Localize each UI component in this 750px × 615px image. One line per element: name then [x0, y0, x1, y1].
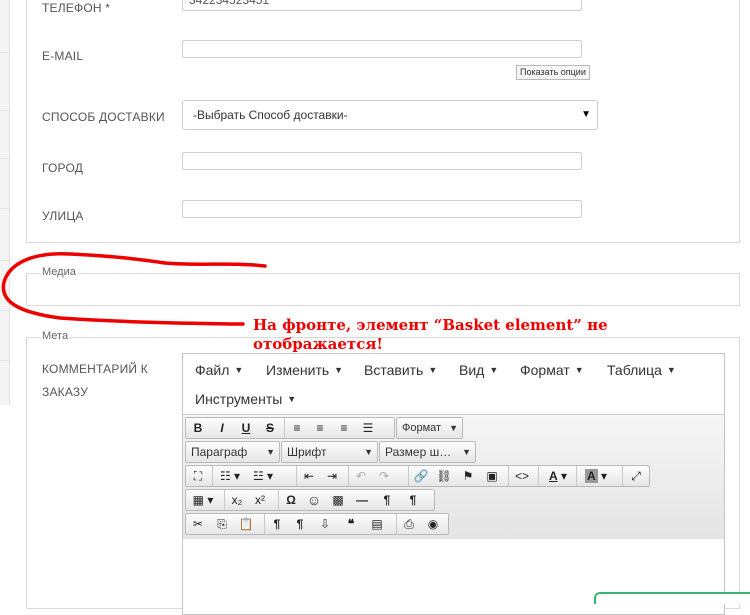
annotation-line1: На фронте, элемент “Basket element” не — [253, 316, 608, 334]
menu-insert[interactable]: Вставить ▼ — [364, 362, 437, 378]
redo-icon[interactable]: ↷ — [372, 466, 396, 486]
outdent-icon[interactable]: ⇤ — [296, 466, 321, 486]
rich-text-editor[interactable]: Файл ▼ Изменить ▼ Вставить ▼ Вид ▼ Формат ▼ Т… — [182, 353, 725, 615]
notification-edge — [594, 592, 750, 604]
subscript-icon[interactable]: x₂ — [224, 490, 249, 510]
fullscreen-icon[interactable]: ⤢ — [622, 466, 649, 486]
bullet-list-icon[interactable]: ☷ ▾ — [212, 466, 247, 486]
align-left-icon[interactable]: ≡ — [284, 418, 309, 438]
visual-chars-icon[interactable]: ¶ — [264, 514, 289, 534]
toolbar-group-row3: ⛶ ☷ ▾ ☳ ▾ ⇤ ⇥ ↶ ↷ 🔗 ⛓ ⚑ ▣ <> A ▾ A ▾ ⤢ — [185, 465, 650, 487]
code-icon[interactable]: <> — [508, 466, 535, 486]
emoticons-icon[interactable]: ☺ — [302, 490, 326, 510]
image-icon[interactable]: ▣ — [480, 466, 504, 486]
align-center-icon[interactable]: ≡ — [308, 418, 332, 438]
background-color-icon[interactable]: A ▾ — [576, 466, 615, 486]
special-char-icon[interactable]: Ω — [278, 490, 303, 510]
find-replace-icon[interactable]: ⛶ — [186, 466, 210, 486]
horizontal-rule-icon[interactable]: — — [350, 490, 374, 510]
menu-table[interactable]: Таблица ▼ — [607, 362, 676, 378]
menu-edit[interactable]: Изменить ▼ — [266, 362, 343, 378]
align-justify-icon[interactable]: ☰ — [356, 418, 380, 438]
numbered-list-icon[interactable]: ☳ ▾ — [246, 466, 280, 486]
text-color-icon[interactable]: A ▾ — [538, 466, 577, 486]
rtl-icon[interactable]: ¶ — [400, 490, 426, 510]
ltr-icon[interactable]: ¶ — [374, 490, 400, 510]
bold-button[interactable]: B — [186, 418, 210, 438]
font-size-dropdown[interactable]: Размер ш… ▼ — [379, 441, 476, 463]
template-icon[interactable]: ▤ — [364, 514, 390, 534]
toolbar-group-format: B I U S ≡ ≡ ≡ ☰ — [185, 417, 395, 439]
font-dropdown[interactable]: Шрифт ▼ — [281, 441, 378, 463]
superscript-icon[interactable]: x² — [248, 490, 272, 510]
unlink-icon[interactable]: ⛓ — [432, 466, 456, 486]
insert-datetime-icon[interactable]: ⇩ — [312, 514, 338, 534]
annotation-line2: отображается! — [253, 335, 384, 353]
toolbar-group-row4: ▦ ▾ x₂ x² Ω ☺ ▩ — ¶ ¶ — [185, 489, 435, 511]
editor-menubar: Файл ▼ Изменить ▼ Вставить ▼ Вид ▼ Формат ▼ Т… — [183, 354, 724, 414]
strikethrough-button[interactable]: S — [258, 418, 282, 438]
print-icon[interactable]: ⎙ — [396, 514, 421, 534]
indent-icon[interactable]: ⇥ — [320, 466, 344, 486]
italic-button[interactable]: I — [210, 418, 234, 438]
visual-blocks-icon[interactable]: ¶ — [288, 514, 312, 534]
toolbar-group-row5: ✂ ⎘ 📋 ¶ ¶ ⇩ ❝ ▤ ⎙ ◉ — [185, 513, 449, 535]
menu-format[interactable]: Формат ▼ — [520, 362, 584, 378]
copy-icon[interactable]: ⎘ — [210, 514, 234, 534]
paste-icon[interactable]: 📋 — [234, 514, 258, 534]
blockquote-icon[interactable]: ❝ — [338, 514, 364, 534]
table-icon[interactable]: ▦ ▾ — [186, 490, 220, 510]
link-icon[interactable]: 🔗 — [408, 466, 433, 486]
undo-icon[interactable]: ↶ — [348, 466, 373, 486]
preview-eye-icon[interactable]: ◉ — [420, 514, 446, 534]
menu-tools[interactable]: Инструменты ▼ — [195, 391, 296, 407]
annotation-text: На фронте, элемент “Basket element” не о… — [253, 316, 608, 354]
media-icon[interactable]: ▩ — [326, 490, 350, 510]
cut-icon[interactable]: ✂ — [186, 514, 210, 534]
paragraph-dropdown[interactable]: Параграф ▼ — [185, 441, 280, 463]
bookmark-icon[interactable]: ⚑ — [456, 466, 480, 486]
menu-view[interactable]: Вид ▼ — [459, 362, 498, 378]
align-right-icon[interactable]: ≡ — [332, 418, 356, 438]
editor-toolbar: B I U S ≡ ≡ ≡ ☰ Формат ▼ Параграф ▼ Шрифт ▼… — [183, 414, 724, 540]
menu-file[interactable]: Файл ▼ — [195, 362, 243, 378]
format-dropdown[interactable]: Формат ▼ — [396, 417, 463, 439]
underline-button[interactable]: U — [234, 418, 258, 438]
